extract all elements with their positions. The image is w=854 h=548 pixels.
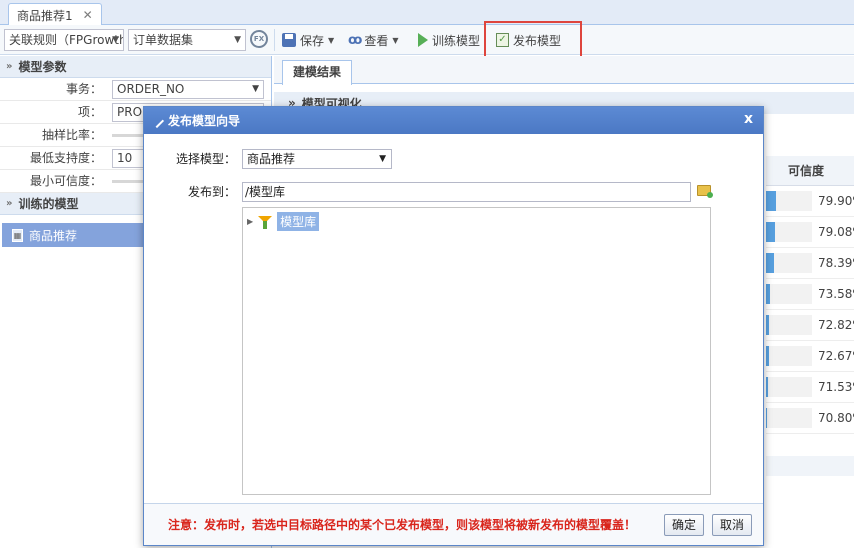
tree-node-label: 模型库 bbox=[277, 212, 320, 231]
ok-button[interactable]: 确定 bbox=[664, 514, 704, 536]
expand-icon[interactable]: ▶ bbox=[247, 217, 253, 226]
add-folder-icon[interactable] bbox=[697, 185, 713, 198]
cancel-button[interactable]: 取消 bbox=[712, 514, 752, 536]
dialog-header: 发布模型向导 x bbox=[144, 107, 763, 134]
chevron-down-icon: ▼ bbox=[379, 154, 386, 164]
publish-path-input[interactable]: /模型库 bbox=[242, 182, 691, 202]
tree-node-model-library[interactable]: ▶ 模型库 bbox=[247, 212, 320, 231]
overwrite-warning: 注意：发布时，若选中目标路径中的某个已发布模型，则该模型将被新发布的模型覆盖！ bbox=[168, 518, 637, 532]
pencil-icon bbox=[149, 113, 165, 128]
publish-to-label: 发布到： bbox=[187, 185, 236, 199]
publish-model-dialog: 发布模型向导 x 选择模型： 商品推荐 ▼ 发布到： /模型库 ▶ 模型库 注意… bbox=[143, 106, 764, 546]
target-tree: ▶ 模型库 bbox=[242, 207, 711, 495]
model-library-icon bbox=[258, 215, 273, 229]
model-select-value: 商品推荐 bbox=[247, 152, 296, 166]
close-icon[interactable]: x bbox=[744, 111, 753, 127]
dialog-title: 发布模型向导 bbox=[168, 114, 241, 128]
model-label: 选择模型： bbox=[175, 152, 236, 166]
dialog-footer: 注意：发布时，若选中目标路径中的某个已发布模型，则该模型将被新发布的模型覆盖！ … bbox=[144, 503, 763, 545]
model-select[interactable]: 商品推荐 ▼ bbox=[242, 149, 392, 169]
